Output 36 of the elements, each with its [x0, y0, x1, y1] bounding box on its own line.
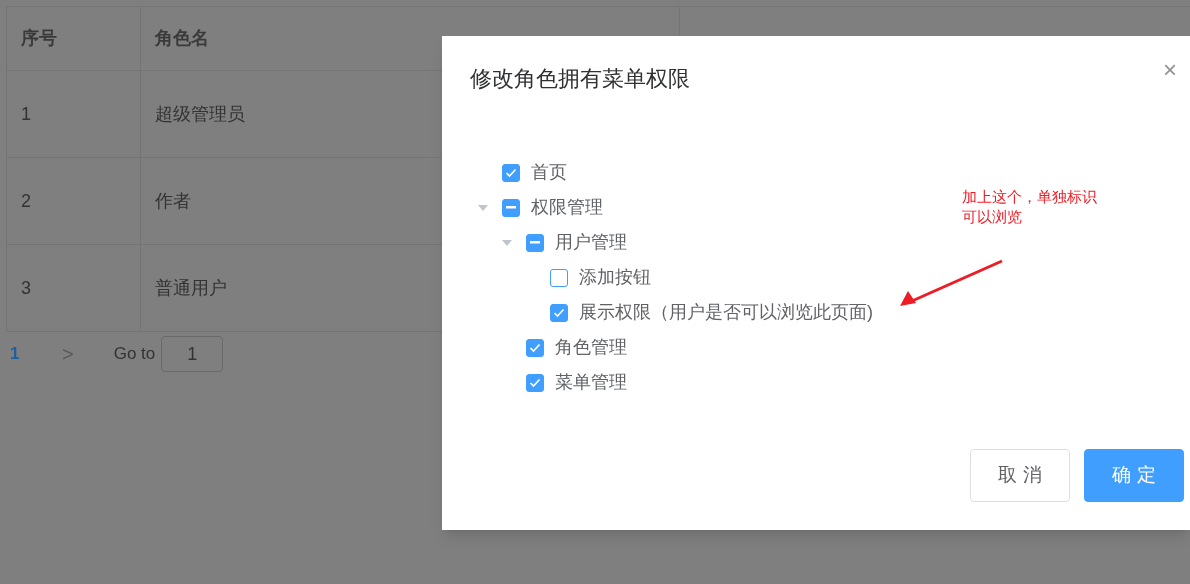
dialog-title: 修改角色拥有菜单权限 — [470, 65, 690, 93]
cancel-button[interactable]: 取 消 — [970, 449, 1070, 502]
annotation-text: 加上这个，单独标识 — [962, 187, 1097, 207]
tree-item-label[interactable]: 权限管理 — [531, 194, 603, 221]
annotation-text: 可以浏览 — [962, 207, 1023, 227]
table-cell-text: 普通用户 — [154, 276, 227, 300]
check-icon — [529, 342, 541, 353]
tree-item-label[interactable]: 添加按钮 — [579, 264, 651, 291]
column-header: 序号 — [21, 27, 57, 50]
table-cell-text: 1 — [21, 102, 31, 126]
page-input[interactable]: 1 — [161, 336, 224, 372]
checkbox[interactable] — [502, 198, 520, 217]
caret-icon[interactable] — [478, 204, 488, 211]
goto-label: Go to — [113, 343, 156, 366]
tree-item-label[interactable]: 展示权限（用户是否可以浏览此页面) — [579, 299, 873, 326]
table-cell-text: 2 — [21, 189, 31, 213]
table-cell-text: 作者 — [154, 189, 191, 213]
caret-icon[interactable] — [502, 239, 512, 246]
checkbox[interactable] — [526, 338, 544, 357]
check-icon — [529, 377, 541, 388]
checkbox[interactable] — [526, 233, 544, 252]
tree-item-label[interactable]: 用户管理 — [555, 229, 627, 256]
minus-icon — [506, 206, 516, 209]
checkbox[interactable] — [502, 163, 520, 182]
check-icon — [553, 307, 565, 318]
tree-item-label[interactable]: 首页 — [531, 159, 567, 186]
table-cell-text: 超级管理员 — [154, 102, 245, 126]
column-header: 角色名 — [154, 27, 209, 50]
minus-icon — [530, 241, 540, 244]
tree-item-label[interactable]: 角色管理 — [555, 334, 627, 361]
checkbox[interactable] — [550, 268, 568, 287]
check-icon — [505, 167, 517, 178]
checkbox[interactable] — [550, 303, 568, 322]
tree-item-label[interactable]: 菜单管理 — [555, 369, 627, 396]
checkbox[interactable] — [526, 373, 544, 392]
table-cell-text: 3 — [21, 276, 31, 300]
